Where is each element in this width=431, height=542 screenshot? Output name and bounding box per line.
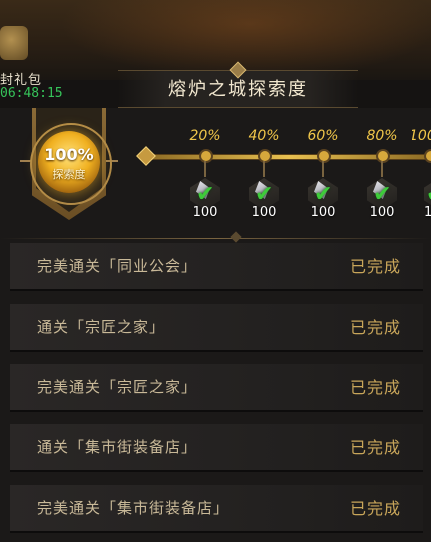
task-status: 已完成 xyxy=(349,499,401,518)
milestone-percent: 60% xyxy=(307,128,339,144)
task-status: 已完成 xyxy=(349,378,401,397)
milestone-node-icon xyxy=(317,149,331,163)
task-name: 通关「集市街装备店」 xyxy=(37,438,198,456)
page-title: 熔炉之城探索度 xyxy=(168,79,308,100)
milestone-node-icon xyxy=(376,149,390,163)
milestone-40[interactable]: 40% ✔ 100 xyxy=(239,128,289,228)
reward-quantity: 100 xyxy=(251,205,277,220)
milestone-node-icon xyxy=(258,149,272,163)
task-row[interactable]: 通关「宗匠之家」 已完成 xyxy=(10,304,423,352)
milestone-node-icon xyxy=(424,149,431,163)
milestone-percent: 20% xyxy=(189,128,221,144)
task-row[interactable]: 完美通关「宗匠之家」 已完成 xyxy=(10,364,423,412)
milestone-stem xyxy=(263,161,265,177)
task-row[interactable]: 通关「集市街装备店」 已完成 xyxy=(10,424,423,472)
reward-quantity: 100 xyxy=(424,205,431,220)
task-status: 已完成 xyxy=(349,257,401,276)
milestone-stem xyxy=(204,161,206,177)
milestone-80[interactable]: 80% ✔ 100 xyxy=(357,128,407,228)
milestone-node-icon xyxy=(199,149,213,163)
task-name: 完美通关「宗匠之家」 xyxy=(37,378,198,396)
milestone-60[interactable]: 60% ✔ 100 xyxy=(298,128,348,228)
check-icon: ✔ xyxy=(255,182,274,207)
check-icon: ✔ xyxy=(314,182,333,207)
gift-pack-icon[interactable] xyxy=(0,26,28,60)
task-row[interactable]: 完美通关「同业公会」 已完成 xyxy=(10,243,423,291)
exploration-percent: 100% xyxy=(44,145,94,164)
reward-quantity: 100 xyxy=(310,205,336,220)
check-icon: ✔ xyxy=(373,182,392,207)
reward-quantity: 100 xyxy=(369,205,395,220)
milestone-percent: 100% xyxy=(412,128,431,144)
gift-pack-timer: 06:48:15 xyxy=(0,86,63,101)
task-status: 已完成 xyxy=(349,318,401,337)
milestone-percent: 80% xyxy=(366,128,398,144)
section-divider xyxy=(0,238,431,239)
milestone-20[interactable]: 20% ✔ 100 xyxy=(180,128,230,228)
task-row[interactable]: 完美通关「集市街装备店」 已完成 xyxy=(10,485,423,533)
milestone-100[interactable]: 100% ✔ 100 xyxy=(412,128,431,228)
task-name: 完美通关「同业公会」 xyxy=(37,257,198,275)
exploration-label: 探索度 xyxy=(52,168,86,181)
reward-quantity: 100 xyxy=(192,205,218,220)
check-icon: ✔ xyxy=(196,182,215,207)
background-glow xyxy=(60,0,431,80)
milestone-percent: 40% xyxy=(248,128,280,144)
task-name: 通关「宗匠之家」 xyxy=(37,318,166,336)
task-name: 完美通关「集市街装备店」 xyxy=(37,499,230,517)
task-status: 已完成 xyxy=(349,438,401,457)
milestone-stem xyxy=(381,161,383,177)
milestone-stem xyxy=(322,161,324,177)
check-icon: ✔ xyxy=(426,182,431,207)
